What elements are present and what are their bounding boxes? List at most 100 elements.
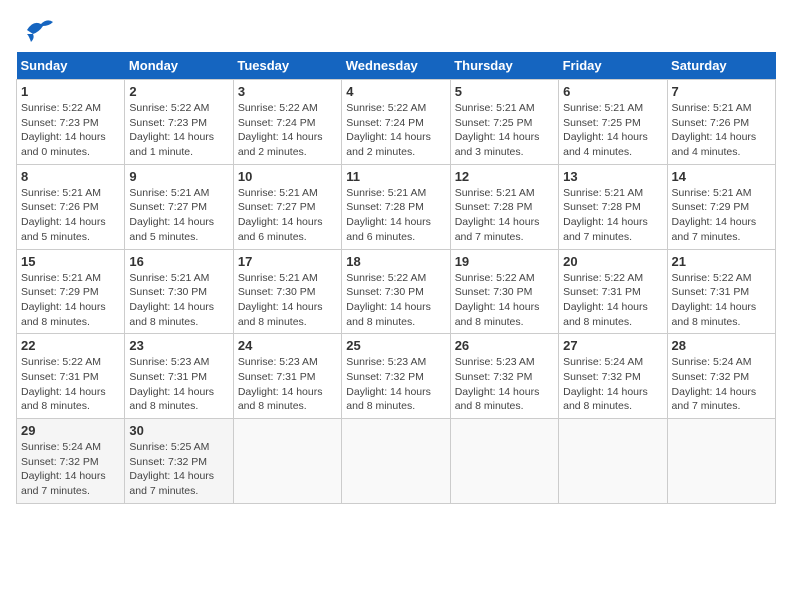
day-info: Sunrise: 5:21 AMSunset: 7:29 PMDaylight:… (672, 186, 771, 245)
calendar-cell: 6 Sunrise: 5:21 AMSunset: 7:25 PMDaylight… (559, 80, 667, 165)
day-info: Sunrise: 5:23 AMSunset: 7:31 PMDaylight:… (129, 355, 228, 414)
day-info: Sunrise: 5:24 AMSunset: 7:32 PMDaylight:… (21, 440, 120, 499)
day-info: Sunrise: 5:21 AMSunset: 7:30 PMDaylight:… (238, 271, 337, 330)
day-info: Sunrise: 5:21 AMSunset: 7:30 PMDaylight:… (129, 271, 228, 330)
header (16, 16, 776, 40)
day-number: 13 (563, 169, 662, 184)
day-number: 7 (672, 84, 771, 99)
calendar-cell: 2Sunrise: 5:22 AMSunset: 7:23 PMDaylight… (125, 80, 233, 165)
day-info: Sunrise: 5:21 AMSunset: 7:28 PMDaylight:… (563, 186, 662, 245)
calendar-body: 1 Sunrise: 5:22 AMSunset: 7:23 PMDaylight… (17, 80, 776, 504)
day-info: Sunrise: 5:23 AMSunset: 7:32 PMDaylight:… (455, 355, 554, 414)
day-info: Sunrise: 5:22 AMSunset: 7:23 PMDaylight:… (129, 101, 228, 160)
day-info: Sunrise: 5:23 AMSunset: 7:31 PMDaylight:… (238, 355, 337, 414)
day-info: Sunrise: 5:22 AMSunset: 7:31 PMDaylight:… (672, 271, 771, 330)
day-number: 6 (563, 84, 662, 99)
day-number: 15 (21, 254, 120, 269)
calendar-cell: 21 Sunrise: 5:22 AMSunset: 7:31 PMDayligh… (667, 249, 775, 334)
calendar-cell: 27 Sunrise: 5:24 AMSunset: 7:32 PMDayligh… (559, 334, 667, 419)
header-cell-sunday: Sunday (17, 52, 125, 80)
calendar-week-1: 1 Sunrise: 5:22 AMSunset: 7:23 PMDaylight… (17, 80, 776, 165)
day-info: Sunrise: 5:22 AMSunset: 7:23 PMDaylight:… (21, 101, 120, 160)
calendar-cell: 22 Sunrise: 5:22 AMSunset: 7:31 PMDayligh… (17, 334, 125, 419)
day-number: 27 (563, 338, 662, 353)
day-info: Sunrise: 5:24 AMSunset: 7:32 PMDaylight:… (672, 355, 771, 414)
day-info: Sunrise: 5:24 AMSunset: 7:32 PMDaylight:… (563, 355, 662, 414)
day-info: Sunrise: 5:21 AMSunset: 7:27 PMDaylight:… (238, 186, 337, 245)
header-cell-tuesday: Tuesday (233, 52, 341, 80)
day-number: 26 (455, 338, 554, 353)
calendar-cell: 25 Sunrise: 5:23 AMSunset: 7:32 PMDayligh… (342, 334, 450, 419)
day-number: 14 (672, 169, 771, 184)
calendar-cell: 24 Sunrise: 5:23 AMSunset: 7:31 PMDayligh… (233, 334, 341, 419)
calendar-cell: 30 Sunrise: 5:25 AMSunset: 7:32 PMDayligh… (125, 419, 233, 504)
calendar-cell: 26 Sunrise: 5:23 AMSunset: 7:32 PMDayligh… (450, 334, 558, 419)
calendar-cell (667, 419, 775, 504)
day-number: 28 (672, 338, 771, 353)
calendar-cell: 9 Sunrise: 5:21 AMSunset: 7:27 PMDaylight… (125, 164, 233, 249)
day-info: Sunrise: 5:22 AMSunset: 7:30 PMDaylight:… (346, 271, 445, 330)
calendar-cell: 19 Sunrise: 5:22 AMSunset: 7:30 PMDayligh… (450, 249, 558, 334)
day-number: 18 (346, 254, 445, 269)
calendar-cell: 4Sunrise: 5:22 AMSunset: 7:24 PMDaylight… (342, 80, 450, 165)
calendar-table: SundayMondayTuesdayWednesdayThursdayFrid… (16, 52, 776, 504)
logo-bird-icon (19, 16, 53, 44)
day-number: 9 (129, 169, 228, 184)
calendar-cell (342, 419, 450, 504)
day-info: Sunrise: 5:22 AMSunset: 7:24 PMDaylight:… (238, 101, 337, 160)
day-number: 16 (129, 254, 228, 269)
calendar-cell: 1 Sunrise: 5:22 AMSunset: 7:23 PMDaylight… (17, 80, 125, 165)
day-number: 19 (455, 254, 554, 269)
calendar-cell: 13 Sunrise: 5:21 AMSunset: 7:28 PMDayligh… (559, 164, 667, 249)
calendar-cell: 12Sunrise: 5:21 AMSunset: 7:28 PMDayligh… (450, 164, 558, 249)
calendar-week-3: 15 Sunrise: 5:21 AMSunset: 7:29 PMDayligh… (17, 249, 776, 334)
day-info: Sunrise: 5:22 AMSunset: 7:24 PMDaylight:… (346, 101, 445, 160)
calendar-cell: 5 Sunrise: 5:21 AMSunset: 7:25 PMDaylight… (450, 80, 558, 165)
calendar-cell: 28 Sunrise: 5:24 AMSunset: 7:32 PMDayligh… (667, 334, 775, 419)
day-number: 20 (563, 254, 662, 269)
day-info: Sunrise: 5:22 AMSunset: 7:30 PMDaylight:… (455, 271, 554, 330)
calendar-cell: 7Sunrise: 5:21 AMSunset: 7:26 PMDaylight… (667, 80, 775, 165)
calendar-week-2: 8Sunrise: 5:21 AMSunset: 7:26 PMDaylight… (17, 164, 776, 249)
day-number: 22 (21, 338, 120, 353)
day-number: 25 (346, 338, 445, 353)
calendar-header-row: SundayMondayTuesdayWednesdayThursdayFrid… (17, 52, 776, 80)
header-cell-thursday: Thursday (450, 52, 558, 80)
calendar-cell (559, 419, 667, 504)
calendar-cell: 29 Sunrise: 5:24 AMSunset: 7:32 PMDayligh… (17, 419, 125, 504)
calendar-cell: 20 Sunrise: 5:22 AMSunset: 7:31 PMDayligh… (559, 249, 667, 334)
day-number: 21 (672, 254, 771, 269)
day-number: 11 (346, 169, 445, 184)
day-info: Sunrise: 5:21 AMSunset: 7:27 PMDaylight:… (129, 186, 228, 245)
header-cell-saturday: Saturday (667, 52, 775, 80)
day-number: 24 (238, 338, 337, 353)
day-info: Sunrise: 5:25 AMSunset: 7:32 PMDaylight:… (129, 440, 228, 499)
calendar-cell: 3Sunrise: 5:22 AMSunset: 7:24 PMDaylight… (233, 80, 341, 165)
day-number: 1 (21, 84, 120, 99)
day-info: Sunrise: 5:22 AMSunset: 7:31 PMDaylight:… (21, 355, 120, 414)
calendar-cell: 17Sunrise: 5:21 AMSunset: 7:30 PMDayligh… (233, 249, 341, 334)
calendar-cell: 14 Sunrise: 5:21 AMSunset: 7:29 PMDayligh… (667, 164, 775, 249)
calendar-cell: 23 Sunrise: 5:23 AMSunset: 7:31 PMDayligh… (125, 334, 233, 419)
calendar-cell: 10 Sunrise: 5:21 AMSunset: 7:27 PMDayligh… (233, 164, 341, 249)
day-number: 10 (238, 169, 337, 184)
day-info: Sunrise: 5:23 AMSunset: 7:32 PMDaylight:… (346, 355, 445, 414)
calendar-cell: 11 Sunrise: 5:21 AMSunset: 7:28 PMDayligh… (342, 164, 450, 249)
day-info: Sunrise: 5:22 AMSunset: 7:31 PMDaylight:… (563, 271, 662, 330)
day-number: 5 (455, 84, 554, 99)
day-info: Sunrise: 5:21 AMSunset: 7:28 PMDaylight:… (346, 186, 445, 245)
logo (16, 16, 53, 40)
header-cell-monday: Monday (125, 52, 233, 80)
day-info: Sunrise: 5:21 AMSunset: 7:29 PMDaylight:… (21, 271, 120, 330)
day-number: 30 (129, 423, 228, 438)
calendar-cell: 18 Sunrise: 5:22 AMSunset: 7:30 PMDayligh… (342, 249, 450, 334)
day-info: Sunrise: 5:21 AMSunset: 7:25 PMDaylight:… (563, 101, 662, 160)
header-cell-friday: Friday (559, 52, 667, 80)
day-info: Sunrise: 5:21 AMSunset: 7:28 PMDaylight:… (455, 186, 554, 245)
calendar-week-4: 22 Sunrise: 5:22 AMSunset: 7:31 PMDayligh… (17, 334, 776, 419)
header-cell-wednesday: Wednesday (342, 52, 450, 80)
day-number: 23 (129, 338, 228, 353)
day-info: Sunrise: 5:21 AMSunset: 7:25 PMDaylight:… (455, 101, 554, 160)
day-number: 29 (21, 423, 120, 438)
day-info: Sunrise: 5:21 AMSunset: 7:26 PMDaylight:… (21, 186, 120, 245)
